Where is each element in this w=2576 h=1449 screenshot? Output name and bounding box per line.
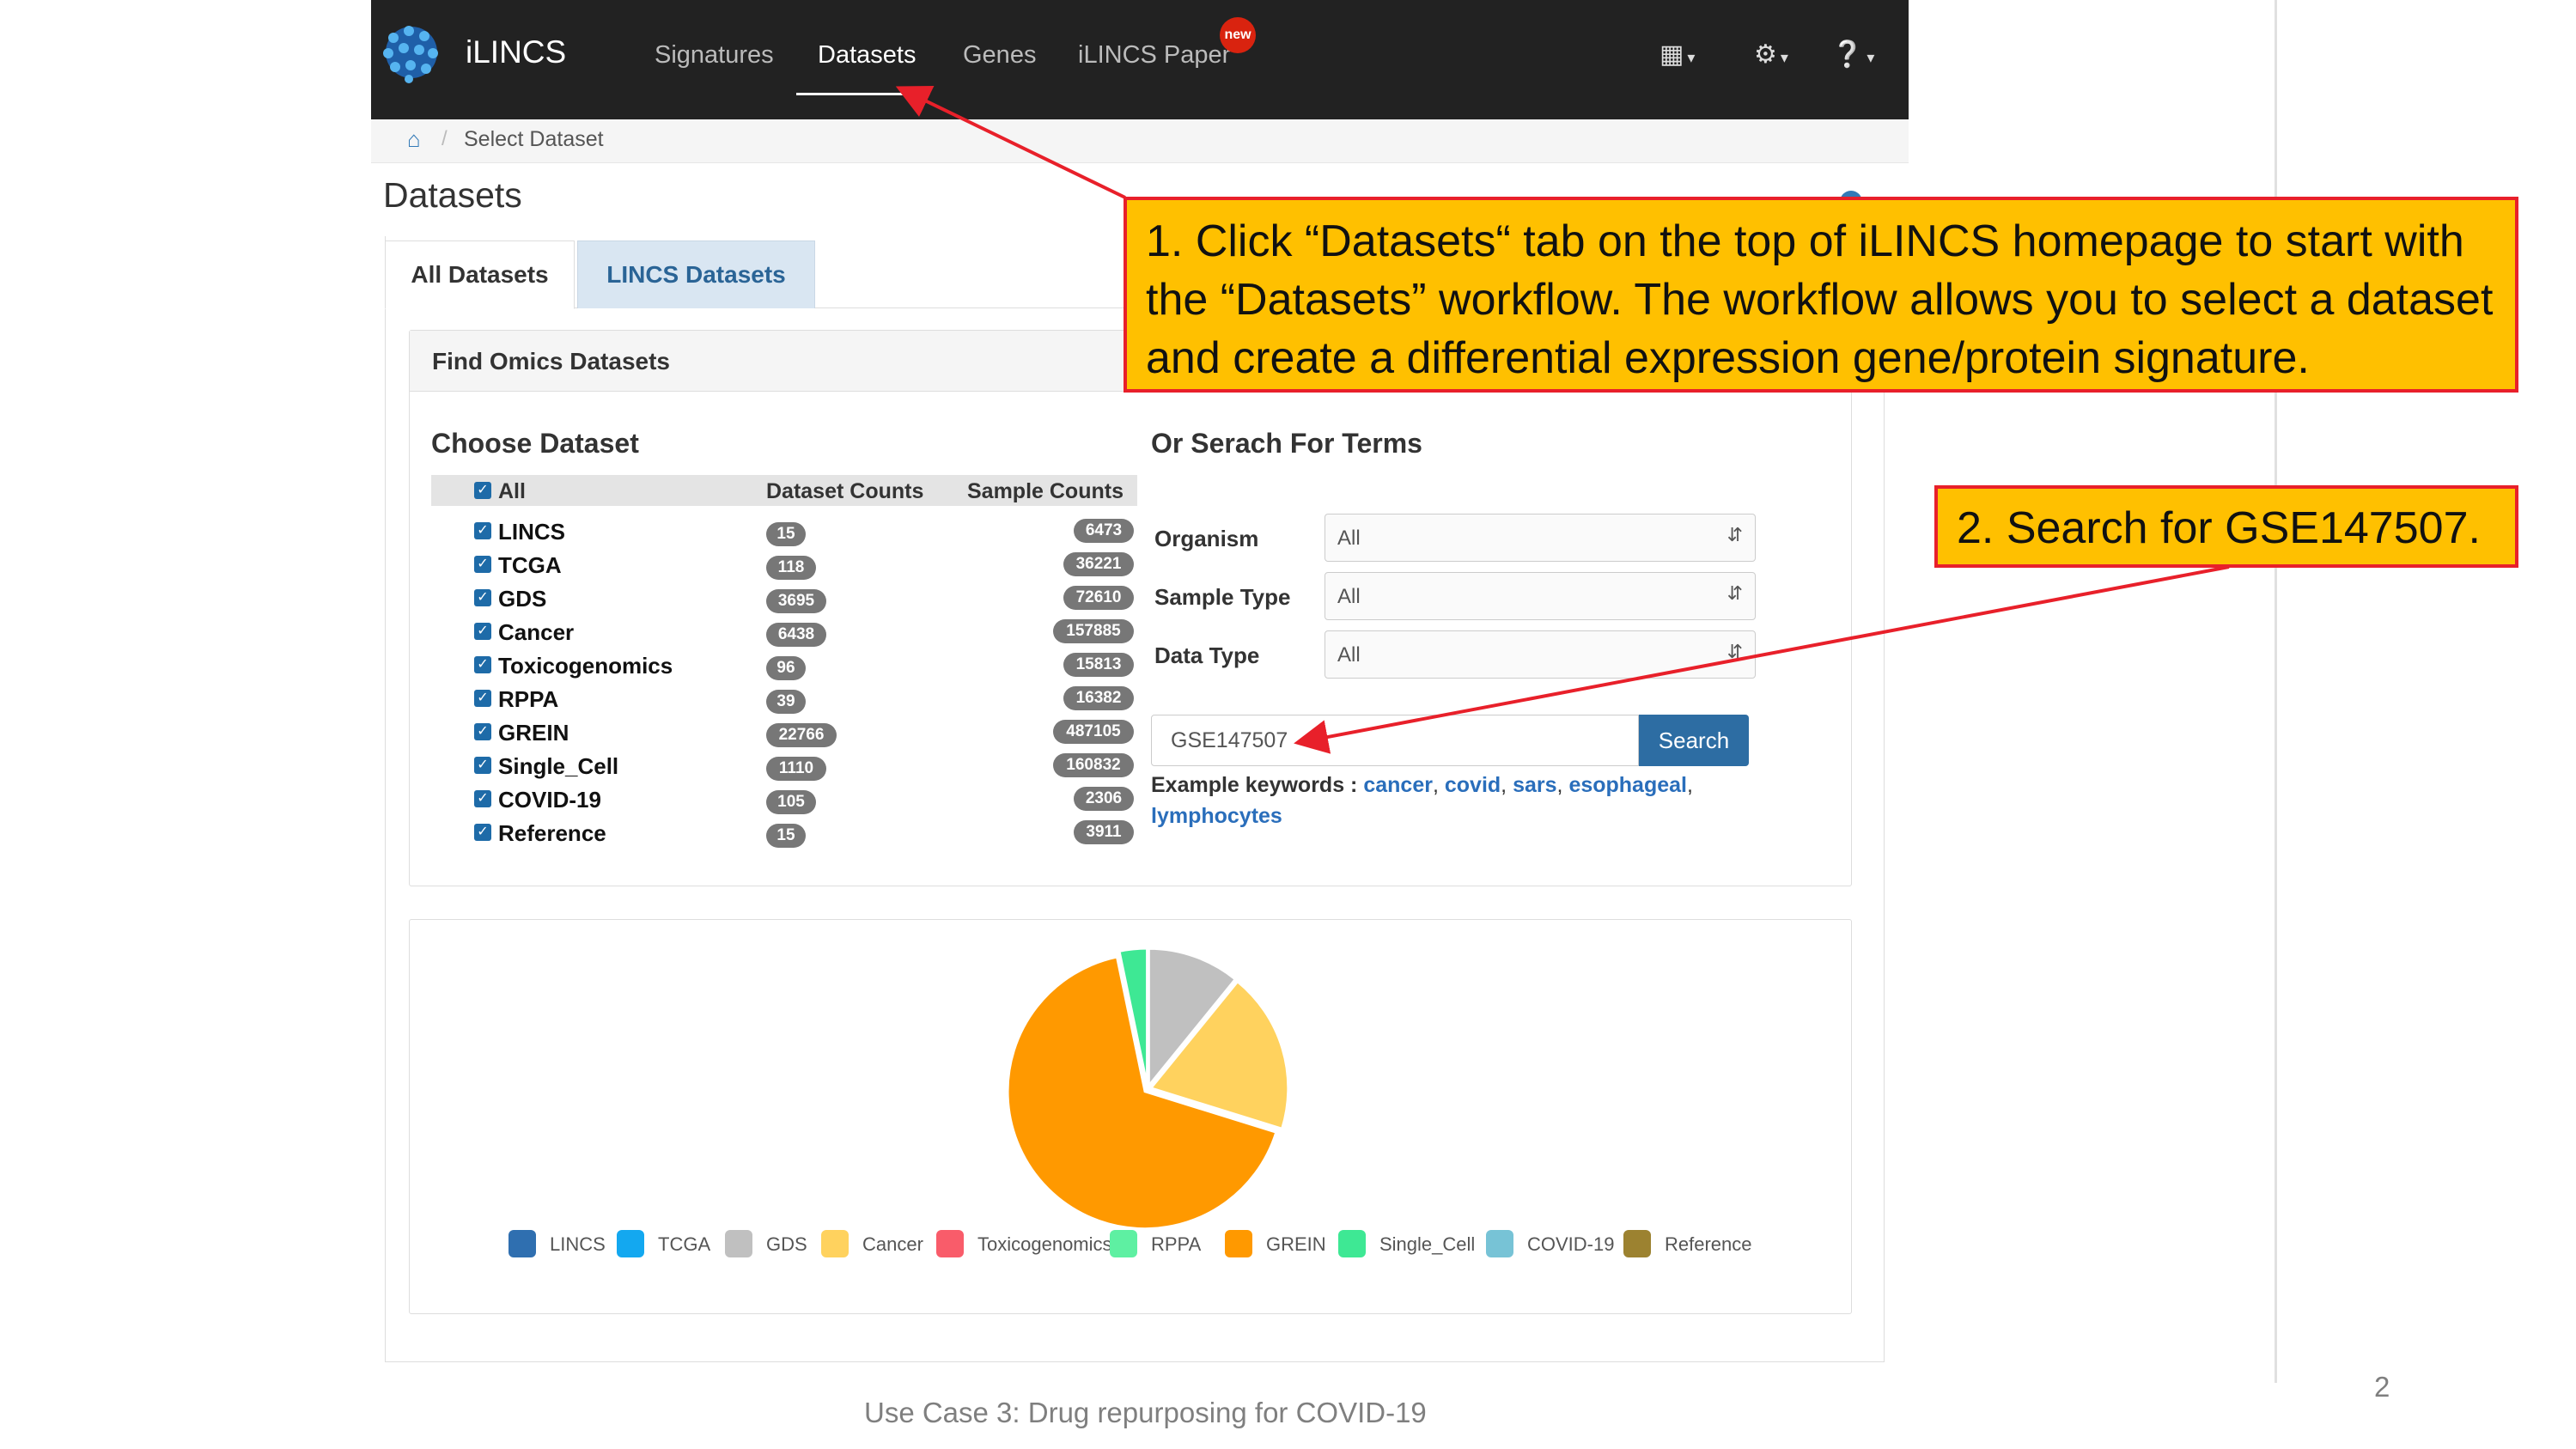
slide-footer: Use Case 3: Drug repurposing for COVID-1…: [864, 1397, 1427, 1428]
arrow-to-datasets-tab: [895, 85, 1126, 199]
slide-page-number: 2: [2374, 1371, 2390, 1403]
arrow-to-search-input: [1294, 565, 2230, 754]
callout-step-1: 1. Click “Datasets“ tab on the top of iL…: [1124, 197, 2518, 393]
callout-step-2: 2. Search for GSE147507.: [1934, 485, 2518, 568]
